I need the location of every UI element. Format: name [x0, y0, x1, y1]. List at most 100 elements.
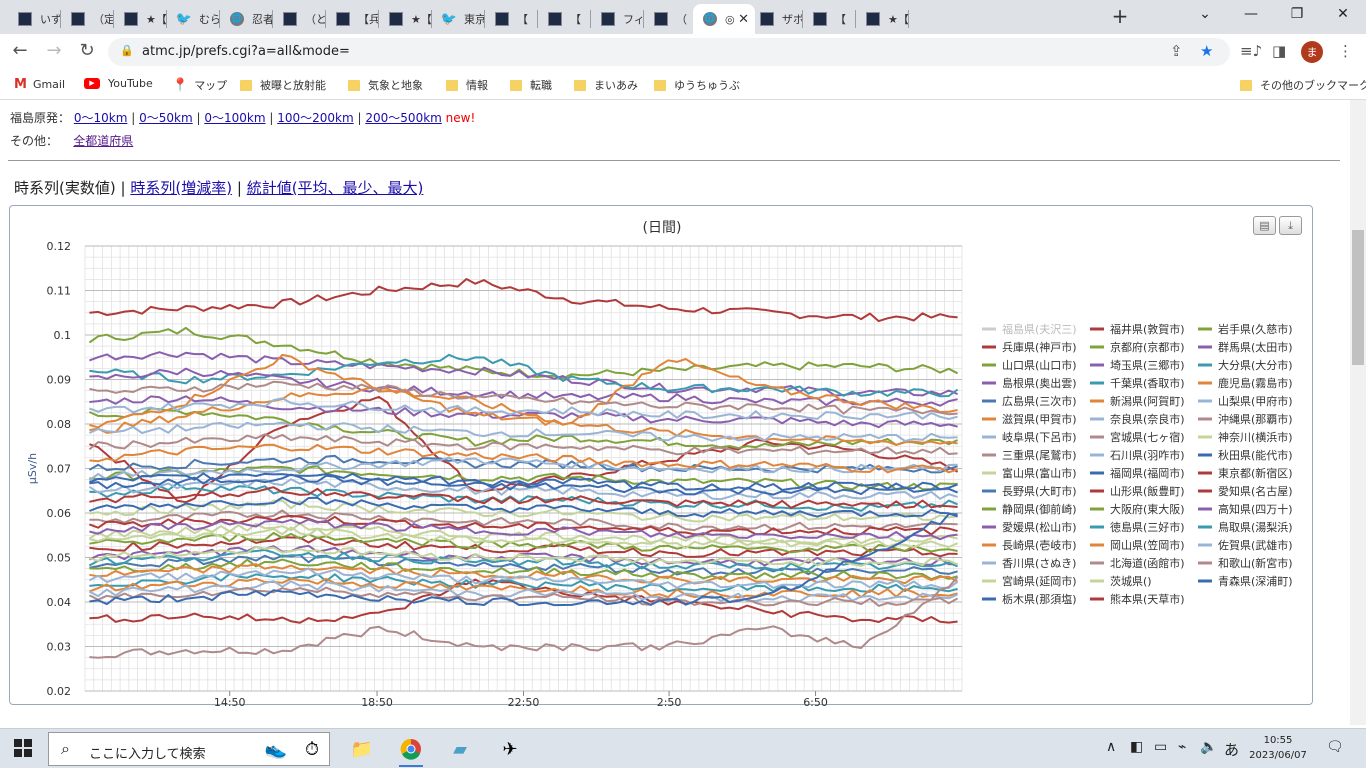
- scrollbar-thumb[interactable]: [1352, 230, 1364, 365]
- page-scrollbar[interactable]: [1350, 100, 1366, 725]
- back-icon[interactable]: ←: [8, 40, 32, 61]
- legend-item[interactable]: 宮城県(七ヶ宿): [1110, 430, 1185, 444]
- legend-item[interactable]: 東京都(新宿区): [1218, 466, 1293, 480]
- media-control-icon[interactable]: ≡♪: [1240, 42, 1262, 60]
- tab-5[interactable]: （と: [273, 4, 326, 34]
- legend-item[interactable]: 沖縄県(那覇市): [1218, 412, 1293, 426]
- tab-10[interactable]: 【: [538, 4, 591, 34]
- tab-statistics[interactable]: 統計値(平均、最少、最大): [247, 179, 424, 197]
- profile-avatar[interactable]: ま: [1301, 41, 1323, 63]
- legend-item[interactable]: 岩手県(久慈市): [1218, 322, 1293, 336]
- close-window-button[interactable]: ✕: [1328, 6, 1358, 22]
- system-clock[interactable]: 10:55 2023/06/07: [1248, 733, 1308, 763]
- address-bar[interactable]: 🔒 atmc.jp/prefs.cgi?a=all&mode= ⇪ ★: [108, 38, 1230, 66]
- bookmark-2[interactable]: 📍 マップ: [172, 77, 227, 93]
- legend-item[interactable]: 栃木県(那須塩): [1002, 592, 1077, 606]
- legend-item[interactable]: 山口県(山口市): [1002, 358, 1077, 372]
- network-icon[interactable]: ⌁: [1178, 739, 1186, 755]
- legend-item[interactable]: 福島県(夫沢三): [1002, 322, 1077, 336]
- legend-item[interactable]: 埼玉県(三郷市): [1110, 358, 1185, 372]
- tab-14[interactable]: ザボ: [750, 4, 803, 34]
- link-0-10km[interactable]: 0〜10km: [74, 111, 128, 125]
- tab-search-icon[interactable]: ⌄: [1190, 6, 1220, 22]
- forward-icon[interactable]: →: [42, 40, 66, 61]
- legend-item[interactable]: 福岡県(福岡市): [1110, 466, 1185, 480]
- legend-item[interactable]: 奈良県(奈良市): [1110, 412, 1185, 426]
- legend-item[interactable]: 香川県(さぬき): [1002, 557, 1076, 570]
- link-200-500km[interactable]: 200〜500km: [365, 111, 441, 125]
- chrome-icon[interactable]: [397, 735, 425, 767]
- tab-11[interactable]: フィラ: [591, 4, 644, 34]
- legend-item[interactable]: 石川県(羽咋市): [1110, 448, 1185, 462]
- bookmark-8[interactable]: ゆうちゅうぶ: [654, 77, 740, 93]
- link-0-100km[interactable]: 0〜100km: [204, 111, 265, 125]
- tab-8[interactable]: 🐦 東京: [432, 4, 485, 34]
- sneaker-icon[interactable]: 👟: [262, 735, 290, 763]
- tab-3[interactable]: 🐦 むらこ: [167, 4, 220, 34]
- bookmark-5[interactable]: 情報: [446, 77, 488, 93]
- legend-item[interactable]: 広島県(三次市): [1002, 394, 1077, 408]
- restore-button[interactable]: ❐: [1282, 6, 1312, 22]
- legend-item[interactable]: 兵庫県(神戸市): [1002, 340, 1077, 354]
- tab-4[interactable]: 🌐 忍者: [220, 4, 273, 34]
- legend-item[interactable]: 滋賀県(甲賀市): [1002, 412, 1077, 426]
- legend-item[interactable]: 愛媛県(松山市): [1002, 520, 1077, 534]
- bookmark-6[interactable]: 転職: [510, 77, 552, 93]
- legend-item[interactable]: 徳島県(三好市): [1110, 520, 1185, 534]
- windows-start-icon[interactable]: [14, 739, 32, 757]
- legend-item[interactable]: 北海道(函館市): [1110, 556, 1185, 570]
- link-100-200km[interactable]: 100〜200km: [277, 111, 353, 125]
- legend-item[interactable]: 鳥取県(湯梨浜): [1218, 520, 1293, 534]
- legend-item[interactable]: 茨城県(): [1110, 574, 1152, 588]
- reload-icon[interactable]: ↻: [75, 40, 99, 61]
- legend-item[interactable]: 佐賀県(武雄市): [1218, 538, 1293, 552]
- stopwatch-icon[interactable]: ⏱: [298, 735, 326, 763]
- legend-item[interactable]: 山梨県(甲府市): [1218, 394, 1293, 408]
- legend-item[interactable]: 岡山県(笠岡市): [1110, 538, 1185, 552]
- legend-item[interactable]: 和歌山(新宮市): [1218, 556, 1293, 570]
- legend-item[interactable]: 千葉県(香取市): [1110, 376, 1185, 390]
- tab-2[interactable]: ★【: [114, 4, 167, 34]
- legend-item[interactable]: 宮崎県(延岡市): [1002, 574, 1077, 588]
- legend-item[interactable]: 長崎県(壱岐市): [1002, 538, 1077, 552]
- airplane-app-icon[interactable]: ✈: [496, 735, 524, 763]
- other-bookmarks[interactable]: その他のブックマーク: [1240, 77, 1366, 93]
- volume-icon[interactable]: 🔈: [1200, 739, 1217, 755]
- legend-item[interactable]: 熊本県(天草市): [1110, 592, 1185, 606]
- meet-now-icon[interactable]: ◧: [1130, 739, 1143, 755]
- legend-item[interactable]: 三重県(尾鷲市): [1002, 448, 1077, 462]
- share-icon[interactable]: ⇪: [1170, 42, 1183, 60]
- legend-item[interactable]: 大分県(大分市): [1218, 358, 1293, 372]
- legend-item[interactable]: 新潟県(阿賀町): [1110, 394, 1185, 408]
- file-explorer-icon[interactable]: 📁: [348, 735, 376, 763]
- tab-16[interactable]: ★【: [856, 4, 909, 34]
- tray-expand-icon[interactable]: ∧: [1106, 739, 1116, 755]
- legend-item[interactable]: 岐阜県(下呂市): [1002, 430, 1077, 444]
- bookmark-1[interactable]: ▶ YouTube: [84, 77, 153, 90]
- battery-icon[interactable]: ▭: [1154, 739, 1167, 755]
- link-all-prefectures[interactable]: 全都道府県: [73, 134, 133, 148]
- notepad-app-icon[interactable]: ▰: [446, 735, 474, 763]
- tab-0[interactable]: いずれ: [8, 4, 61, 34]
- legend-item[interactable]: 愛知県(名古屋): [1218, 484, 1293, 498]
- bookmark-7[interactable]: まいあみ: [574, 77, 638, 93]
- notification-icon[interactable]: 🗨: [1326, 739, 1344, 755]
- link-0-50km[interactable]: 0〜50km: [139, 111, 193, 125]
- tab-timeseries-rate[interactable]: 時系列(増減率): [130, 179, 232, 197]
- minimize-button[interactable]: —: [1236, 6, 1266, 22]
- side-panel-icon[interactable]: ◨: [1272, 42, 1286, 60]
- menu-icon[interactable]: ⋮: [1338, 42, 1353, 60]
- legend-item[interactable]: 秋田県(能代市): [1218, 448, 1293, 462]
- bookmark-3[interactable]: 被曝と放射能: [240, 77, 326, 93]
- tab-7[interactable]: ★【: [379, 4, 432, 34]
- legend-item[interactable]: 大阪府(東大阪): [1110, 502, 1185, 516]
- legend-item[interactable]: 群馬県(太田市): [1218, 340, 1293, 354]
- legend-item[interactable]: 神奈川(横浜市): [1218, 430, 1293, 444]
- legend-item[interactable]: 長野県(大町市): [1002, 484, 1077, 498]
- bookmark-star-icon[interactable]: ★: [1200, 42, 1213, 60]
- legend-item[interactable]: 富山県(富山市): [1002, 466, 1077, 480]
- ime-indicator[interactable]: あ: [1224, 739, 1239, 760]
- legend-item[interactable]: 福井県(敦賀市): [1110, 322, 1185, 336]
- tab-6[interactable]: 【兵: [326, 4, 379, 34]
- close-tab-icon[interactable]: ✕: [738, 12, 749, 27]
